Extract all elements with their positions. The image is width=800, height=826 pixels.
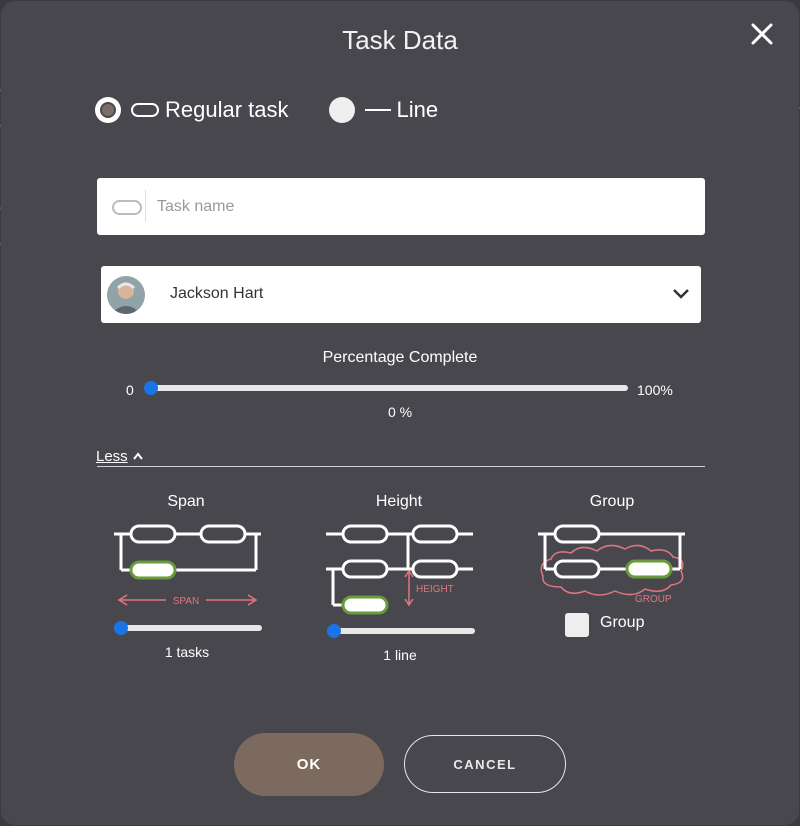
assignee-select[interactable]: Jackson Hart bbox=[101, 266, 701, 323]
percentage-value: 0 % bbox=[387, 404, 413, 420]
section-divider bbox=[97, 466, 705, 467]
height-slider-track[interactable] bbox=[327, 628, 475, 634]
close-button[interactable] bbox=[747, 19, 777, 49]
dialog-title: Task Data bbox=[342, 25, 458, 55]
percentage-min-label: 0 bbox=[126, 382, 134, 398]
height-title: Height bbox=[375, 493, 423, 510]
regular-task-label[interactable]: Regular task bbox=[165, 97, 289, 123]
span-diagram: SPAN bbox=[114, 524, 261, 607]
height-slider-thumb[interactable] bbox=[327, 624, 341, 638]
task-name-field bbox=[97, 178, 705, 235]
group-checkbox[interactable] bbox=[565, 613, 589, 637]
height-diagram: HEIGHT bbox=[326, 524, 473, 615]
span-title: Span bbox=[167, 493, 205, 510]
group-title: Group bbox=[589, 493, 635, 510]
cancel-button[interactable]: CANCEL bbox=[404, 735, 566, 793]
radio-line[interactable] bbox=[328, 97, 355, 123]
span-diagram-label: SPAN bbox=[173, 596, 200, 607]
assignee-name: Jackson Hart bbox=[170, 285, 264, 302]
task-data-dialog: Task Data Regular task Line Ja bbox=[1, 1, 799, 825]
percentage-slider-track[interactable] bbox=[144, 385, 628, 391]
height-value: 1 line bbox=[383, 647, 417, 663]
less-label: Less bbox=[96, 448, 128, 465]
avatar bbox=[107, 276, 145, 314]
task-name-input[interactable] bbox=[155, 190, 679, 224]
group-checkbox-label[interactable]: Group bbox=[600, 614, 644, 632]
line-icon bbox=[364, 109, 391, 111]
less-toggle[interactable]: Less bbox=[96, 448, 144, 465]
field-separator bbox=[145, 190, 146, 222]
line-label[interactable]: Line bbox=[397, 97, 439, 123]
task-pill-icon bbox=[112, 200, 142, 215]
group-diagram-label: GROUP bbox=[635, 594, 672, 605]
span-value: 1 tasks bbox=[164, 644, 210, 660]
chevron-up-icon bbox=[133, 452, 143, 460]
task-type-group: Regular task Line bbox=[95, 97, 438, 123]
radio-regular-task[interactable] bbox=[95, 97, 121, 123]
span-slider-track[interactable] bbox=[114, 625, 262, 631]
percentage-slider-thumb[interactable] bbox=[144, 381, 158, 395]
regular-task-icon bbox=[131, 103, 159, 117]
chevron-down-icon bbox=[673, 289, 689, 299]
group-diagram: GROUP bbox=[538, 524, 685, 605]
span-slider-thumb[interactable] bbox=[114, 621, 128, 635]
close-icon bbox=[751, 23, 773, 45]
ok-button[interactable]: OK bbox=[234, 733, 384, 796]
percentage-max-label: 100% bbox=[637, 382, 673, 398]
percentage-label: Percentage Complete bbox=[322, 349, 478, 366]
height-diagram-label: HEIGHT bbox=[416, 584, 454, 595]
